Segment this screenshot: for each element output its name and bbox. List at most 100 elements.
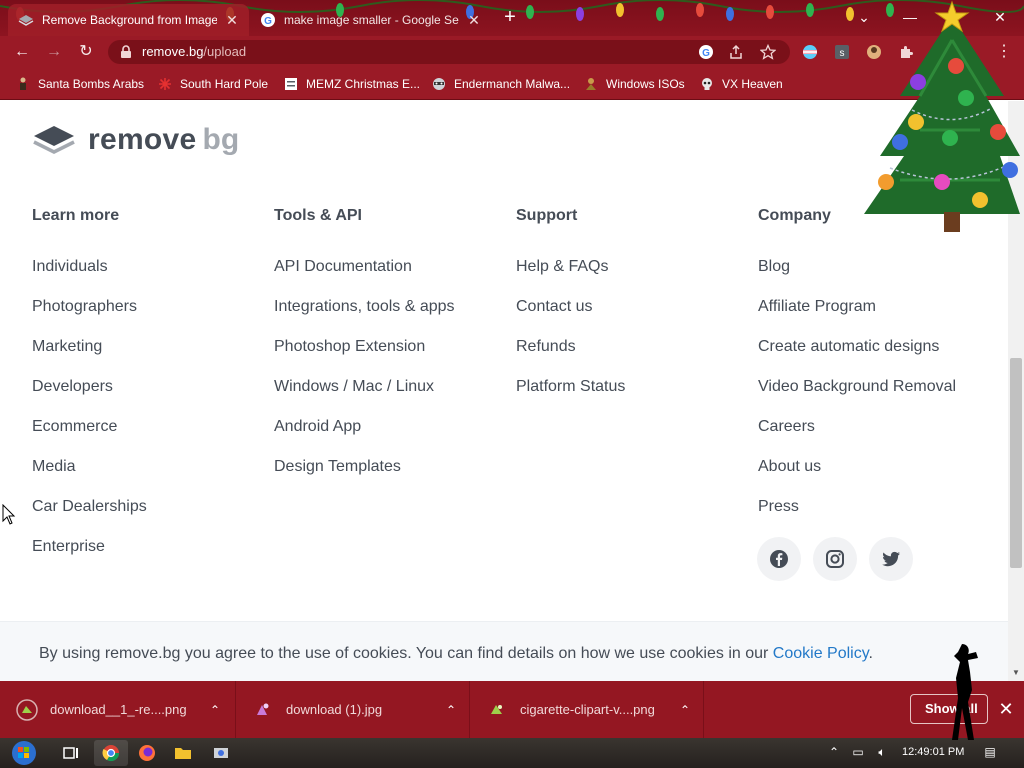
bookmark-south-hard-pole[interactable]: South Hard Pole <box>158 75 268 93</box>
svg-text:s: s <box>840 48 845 59</box>
footer-link-careers[interactable]: Careers <box>758 415 956 455</box>
page-scrollbar-thumb[interactable] <box>1010 358 1022 568</box>
avatar-extension-icon[interactable] <box>866 44 882 60</box>
raccoon-bookmark-icon <box>433 78 445 90</box>
logo-word-remove: remove <box>88 123 197 156</box>
menu-kebab-icon[interactable]: ⋮ <box>994 42 1014 62</box>
bookmark-endermanch-malware[interactable]: Endermanch Malwa... <box>432 75 570 93</box>
tab-remove-background[interactable]: Remove Background from Image ✕ <box>8 4 249 36</box>
task-view-button[interactable] <box>54 740 88 766</box>
footer-link-press[interactable]: Press <box>758 495 956 535</box>
footer-column-support: Support Help & FAQs Contact us Refunds P… <box>516 207 625 415</box>
taskbar-firefox[interactable] <box>130 740 164 766</box>
footer-link-create-automatic-designs[interactable]: Create automatic designs <box>758 335 956 375</box>
footer-link-blog[interactable]: Blog <box>758 255 956 295</box>
start-button[interactable] <box>4 740 44 766</box>
google-lens-icon[interactable]: G <box>698 44 714 60</box>
show-all-button[interactable]: Show all <box>910 694 988 724</box>
footer-link-car-dealerships[interactable]: Car Dealerships <box>32 495 147 535</box>
footer-link-developers[interactable]: Developers <box>32 375 147 415</box>
download-options-chevron-icon[interactable]: ⌃ <box>444 703 458 717</box>
footer-link-api-documentation[interactable]: API Documentation <box>274 255 455 295</box>
scroll-down-arrow-icon[interactable]: ▼ <box>1011 668 1021 678</box>
character-bookmark-icon <box>586 78 596 90</box>
footer-link-help-faqs[interactable]: Help & FAQs <box>516 255 625 295</box>
footer-link-integrations[interactable]: Integrations, tools & apps <box>274 295 455 335</box>
bookmark-santa-bombs-arabs[interactable]: Santa Bombs Arabs <box>16 75 144 93</box>
bookmark-star-icon[interactable] <box>760 44 776 60</box>
tab-google-search[interactable]: G make image smaller - Google Se ✕ <box>250 4 491 36</box>
taskbar-chrome[interactable] <box>94 740 128 766</box>
footer-link-photographers[interactable]: Photographers <box>32 295 147 335</box>
address-bar[interactable]: remove.bg/upload G <box>108 40 790 64</box>
browser-titlebar: Remove Background from Image ✕ G make im… <box>0 0 1024 36</box>
bookmark-memz-christmas[interactable]: MEMZ Christmas E... <box>284 75 420 93</box>
close-downloads-icon[interactable]: ✕ <box>996 699 1016 719</box>
footer-link-contact-us[interactable]: Contact us <box>516 295 625 335</box>
footer-link-individuals[interactable]: Individuals <box>32 255 147 295</box>
taskbar-app[interactable] <box>204 740 238 766</box>
footer-column-company: Company Blog Affiliate Program Create au… <box>758 207 956 535</box>
footer-link-photoshop-extension[interactable]: Photoshop Extension <box>274 335 455 375</box>
cookie-banner: By using remove.bg you agree to the use … <box>0 621 1008 681</box>
download-item[interactable]: download__1_-re....png ⌃ <box>0 681 236 738</box>
bookmark-windows-isos[interactable]: Windows ISOs <box>584 75 685 93</box>
download-options-chevron-icon[interactable]: ⌃ <box>678 703 692 717</box>
document-bookmark-icon <box>285 78 297 90</box>
google-favicon-icon: G <box>261 13 275 27</box>
svg-text:G: G <box>702 48 710 59</box>
cookie-period: . <box>868 645 873 662</box>
url-text: remove.bg/upload <box>142 44 246 59</box>
cookie-policy-link[interactable]: Cookie Policy <box>773 645 869 662</box>
footer-link-ecommerce[interactable]: Ecommerce <box>32 415 147 455</box>
footer-link-affiliate-program[interactable]: Affiliate Program <box>758 295 956 335</box>
footer-link-video-background-removal[interactable]: Video Background Removal <box>758 375 956 415</box>
extensions-puzzle-icon[interactable] <box>898 44 914 60</box>
footer-link-enterprise[interactable]: Enterprise <box>32 535 147 575</box>
removebg-logo[interactable]: remove bg <box>32 123 239 157</box>
instagram-icon <box>826 550 844 568</box>
reload-icon[interactable]: ↻ <box>76 42 96 62</box>
firefox-icon <box>139 745 155 761</box>
instagram-button[interactable] <box>813 537 857 581</box>
footer-link-media[interactable]: Media <box>32 455 147 495</box>
s-extension-icon[interactable]: s <box>834 44 850 60</box>
new-tab-plus-icon[interactable]: + <box>500 7 520 28</box>
cookie-text: By using remove.bg you agree to the use … <box>39 645 873 663</box>
share-icon[interactable] <box>728 44 744 60</box>
footer-link-refunds[interactable]: Refunds <box>516 335 625 375</box>
footer-link-platform-status[interactable]: Platform Status <box>516 375 625 415</box>
footer-link-windows-mac-linux[interactable]: Windows / Mac / Linux <box>274 375 455 415</box>
logo-word-bg: bg <box>202 123 240 156</box>
twitter-button[interactable] <box>869 537 913 581</box>
action-center-icon[interactable]: ▤ <box>982 745 998 761</box>
tab-label: make image smaller - Google Se <box>284 13 459 27</box>
download-item[interactable]: cigarette-clipart-v....png ⌃ <box>470 681 704 738</box>
footer-link-android-app[interactable]: Android App <box>274 415 455 455</box>
footer-link-design-templates[interactable]: Design Templates <box>274 455 455 495</box>
close-window-icon[interactable]: ✕ <box>988 6 1012 28</box>
tray-show-hidden-icon[interactable]: ⌃ <box>826 745 842 761</box>
bookmark-label: MEMZ Christmas E... <box>306 77 421 91</box>
bookmarks-bar: Santa Bombs Arabs South Hard Pole MEMZ C… <box>0 68 1024 100</box>
download-filename: download__1_-re....png <box>50 702 187 717</box>
footer-link-about-us[interactable]: About us <box>758 455 956 495</box>
bookmark-vx-heaven[interactable]: VX Heaven <box>700 75 783 93</box>
profile-flag-extension-icon[interactable] <box>802 44 818 60</box>
download-item[interactable]: download (1).jpg ⌃ <box>236 681 470 738</box>
volume-icon[interactable]: 🔈︎ <box>874 745 890 761</box>
facebook-button[interactable] <box>757 537 801 581</box>
back-arrow-icon[interactable]: ← <box>12 42 32 62</box>
minimize-icon[interactable]: — <box>898 6 922 28</box>
download-options-chevron-icon[interactable]: ⌃ <box>208 703 222 717</box>
column-heading: Support <box>516 207 578 224</box>
bookmark-label: Endermanch Malwa... <box>454 77 571 91</box>
tab-close-icon[interactable]: ✕ <box>467 12 481 29</box>
taskbar-clock[interactable]: 12:49:01 PM <box>902 746 964 758</box>
network-icon[interactable]: ▭ <box>850 745 866 761</box>
tab-search-chevron-icon[interactable]: ⌄ <box>852 6 876 28</box>
tab-close-icon[interactable]: ✕ <box>225 12 239 29</box>
footer-link-marketing[interactable]: Marketing <box>32 335 147 375</box>
taskbar-file-explorer[interactable] <box>166 740 200 766</box>
forward-arrow-icon[interactable]: → <box>44 42 64 62</box>
